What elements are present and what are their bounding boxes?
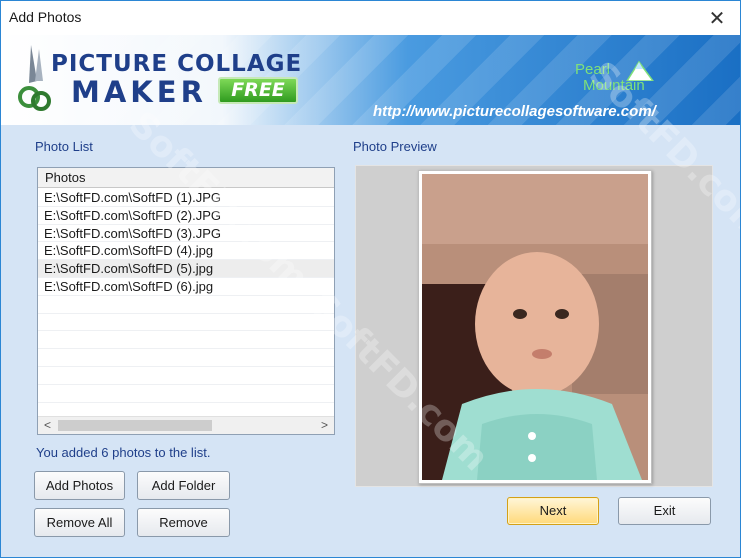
logo-title-line1: PICTURE COLLAGE	[51, 51, 303, 77]
list-item[interactable]: E:\SoftFD.com\SoftFD (2).JPG	[38, 207, 334, 225]
empty-row	[38, 296, 334, 314]
photo-list[interactable]: Photos E:\SoftFD.com\SoftFD (1).JPG E:\S…	[37, 167, 335, 435]
remove-button[interactable]: Remove	[137, 508, 230, 537]
list-item[interactable]: E:\SoftFD.com\SoftFD (6).jpg	[38, 278, 334, 296]
brand-name-line1: Pearl	[575, 61, 611, 78]
chevron-left-icon[interactable]: <	[39, 417, 56, 434]
scissors-logo-icon	[18, 45, 51, 111]
product-banner: PICTURE COLLAGE MAKER FREE Pearl Mountai…	[1, 35, 740, 125]
exit-button[interactable]: Exit	[618, 497, 711, 525]
window-title: Add Photos	[9, 9, 82, 25]
empty-row	[38, 331, 334, 350]
remove-all-button[interactable]: Remove All	[34, 508, 125, 537]
website-url: http://www.picturecollagesoftware.com/	[373, 103, 656, 120]
next-button[interactable]: Next	[507, 497, 599, 525]
chevron-right-icon[interactable]: >	[316, 417, 333, 434]
photo-preview-label: Photo Preview	[353, 139, 437, 154]
add-photos-button[interactable]: Add Photos	[34, 471, 125, 500]
photo-preview-panel	[355, 165, 713, 487]
brand-logo: Pearl Mountain	[575, 59, 665, 99]
list-item[interactable]: E:\SoftFD.com\SoftFD (4).jpg	[38, 242, 334, 261]
list-item[interactable]: E:\SoftFD.com\SoftFD (5).jpg	[38, 260, 334, 278]
status-message: You added 6 photos to the list.	[36, 445, 211, 460]
add-photos-dialog: Add Photos ✕ PICTURE COLLAGE MAKER FREE …	[0, 0, 741, 558]
empty-row	[38, 349, 334, 367]
free-badge: FREE	[218, 77, 298, 104]
title-bar: Add Photos ✕	[1, 1, 740, 35]
close-icon[interactable]: ✕	[694, 1, 740, 35]
empty-row	[38, 367, 334, 385]
empty-row	[38, 385, 334, 403]
photos-column-header[interactable]: Photos	[38, 168, 334, 188]
add-folder-button[interactable]: Add Folder	[137, 471, 230, 500]
scrollbar-thumb[interactable]	[58, 420, 212, 431]
list-item[interactable]: E:\SoftFD.com\SoftFD (1).JPG	[38, 189, 334, 207]
photo-list-label: Photo List	[35, 139, 93, 154]
preview-photo	[422, 174, 648, 480]
list-item[interactable]: E:\SoftFD.com\SoftFD (3).JPG	[38, 225, 334, 243]
horizontal-scrollbar[interactable]: < >	[38, 416, 334, 434]
mountain-peak-icon	[626, 60, 654, 81]
empty-row	[38, 314, 334, 332]
preview-image-frame	[418, 170, 652, 484]
photo-list-rows: E:\SoftFD.com\SoftFD (1).JPG E:\SoftFD.c…	[38, 189, 334, 403]
logo-title-line2: MAKER	[71, 75, 207, 109]
